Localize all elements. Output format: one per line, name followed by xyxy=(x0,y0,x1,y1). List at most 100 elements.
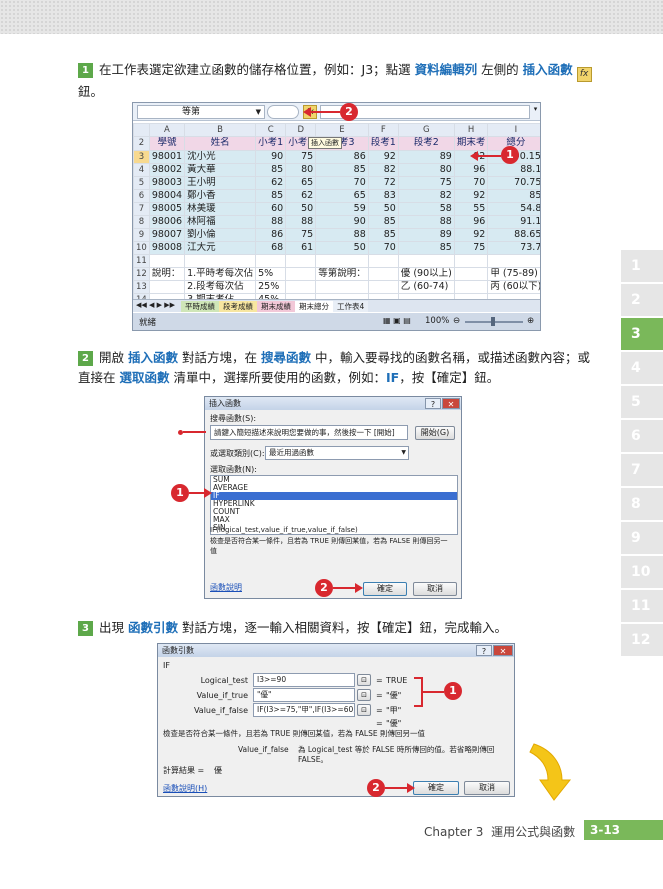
table-cell[interactable]: 91.1 xyxy=(487,214,540,229)
table-cell[interactable]: 70 xyxy=(453,175,489,190)
table-cell[interactable]: 75 xyxy=(285,149,317,164)
table-cell[interactable]: 82 xyxy=(367,162,399,177)
table-cell[interactable]: 89 xyxy=(397,227,455,242)
cell[interactable] xyxy=(367,253,399,268)
column-header[interactable]: A xyxy=(148,123,186,137)
row-header[interactable]: 6 xyxy=(133,188,150,203)
tab-sheet-2[interactable]: 段考成績 xyxy=(219,301,257,312)
cell[interactable] xyxy=(367,266,399,281)
table-cell[interactable]: 98005 xyxy=(148,201,186,216)
table-cell[interactable]: 江大元 xyxy=(184,240,257,255)
table-cell[interactable]: 70 xyxy=(367,240,399,255)
table-cell[interactable]: 82 xyxy=(397,188,455,203)
table-cell[interactable]: 50 xyxy=(367,201,399,216)
column-header[interactable] xyxy=(133,123,150,137)
chapter-tab[interactable]: 9 xyxy=(621,522,663,554)
go-button[interactable]: 開始(G) xyxy=(415,426,455,440)
table-cell[interactable]: 73.7 xyxy=(487,240,540,255)
table-cell[interactable]: 林美瑗 xyxy=(184,201,257,216)
column-header[interactable]: G xyxy=(397,123,455,137)
table-cell[interactable]: 98007 xyxy=(148,227,186,242)
cell[interactable]: 乙 (60-74) xyxy=(397,279,455,294)
table-cell[interactable]: 59 xyxy=(315,201,369,216)
header-cell[interactable]: 期末考 xyxy=(453,136,489,151)
cell[interactable] xyxy=(487,253,540,268)
table-cell[interactable]: 65 xyxy=(315,188,369,203)
cell[interactable] xyxy=(453,266,489,281)
chapter-tab[interactable]: 10 xyxy=(621,556,663,588)
table-cell[interactable]: 62 xyxy=(255,175,287,190)
table-cell[interactable]: 85 xyxy=(315,162,369,177)
table-cell[interactable]: 70 xyxy=(315,175,369,190)
table-cell[interactable]: 96 xyxy=(453,214,489,229)
view-buttons-icon[interactable]: ▦ ▣ ▤ xyxy=(383,316,411,325)
table-cell[interactable]: 55 xyxy=(453,201,489,216)
table-cell[interactable]: 85 xyxy=(397,240,455,255)
header-cell[interactable]: 小考1 xyxy=(255,136,287,151)
column-header[interactable]: I xyxy=(487,123,540,137)
table-cell[interactable]: 92 xyxy=(453,227,489,242)
cell[interactable] xyxy=(148,253,186,268)
table-cell[interactable]: 98003 xyxy=(148,175,186,190)
table-cell[interactable]: 86 xyxy=(315,149,369,164)
table-cell[interactable]: 85 xyxy=(367,227,399,242)
table-cell[interactable]: 80 xyxy=(397,162,455,177)
function-list-item[interactable]: MAX xyxy=(211,516,457,524)
table-cell[interactable]: 68 xyxy=(255,240,287,255)
cell[interactable] xyxy=(285,266,317,281)
table-cell[interactable]: 88 xyxy=(285,214,317,229)
cell[interactable] xyxy=(184,253,257,268)
category-select[interactable]: 最近用過函數 ▼ xyxy=(265,446,409,460)
table-cell[interactable]: 王小明 xyxy=(184,175,257,190)
header-cell[interactable]: 段考1 xyxy=(367,136,399,151)
table-cell[interactable]: 98004 xyxy=(148,188,186,203)
table-cell[interactable]: 85 xyxy=(367,214,399,229)
arg-input[interactable]: IF(I3>=75,"甲",IF(I3>=60,"乙","丙" xyxy=(253,703,355,717)
table-cell[interactable]: 50 xyxy=(315,240,369,255)
chapter-tab[interactable]: 5 xyxy=(621,386,663,418)
table-cell[interactable]: 98001 xyxy=(148,149,186,164)
table-cell[interactable]: 85 xyxy=(255,188,287,203)
name-box[interactable]: 等第 ▼ xyxy=(137,105,265,119)
row-header[interactable]: 8 xyxy=(133,214,150,229)
table-cell[interactable]: 61 xyxy=(285,240,317,255)
expand-icon[interactable]: ▾ xyxy=(531,105,540,119)
row-header[interactable]: 11 xyxy=(133,253,150,268)
table-cell[interactable]: 80 xyxy=(285,162,317,177)
table-cell[interactable]: 65 xyxy=(285,175,317,190)
function-list-item[interactable]: AVERAGE xyxy=(211,484,457,492)
table-cell[interactable]: 85 xyxy=(487,188,540,203)
help-icon[interactable]: ? xyxy=(425,398,441,409)
cell[interactable]: 25% xyxy=(255,279,287,294)
table-cell[interactable]: 鄭小香 xyxy=(184,188,257,203)
help-link[interactable]: 函數說明 xyxy=(210,583,242,593)
chapter-tab[interactable]: 4 xyxy=(621,352,663,384)
table-cell[interactable]: 62 xyxy=(285,188,317,203)
table-cell[interactable]: 75 xyxy=(285,227,317,242)
table-cell[interactable]: 83 xyxy=(367,188,399,203)
cell[interactable] xyxy=(397,253,455,268)
cell[interactable] xyxy=(315,253,369,268)
row-header[interactable]: 4 xyxy=(133,162,150,177)
cell[interactable] xyxy=(453,279,489,294)
chapter-tab[interactable]: 12 xyxy=(621,624,663,656)
ok-button[interactable]: 確定 xyxy=(413,781,459,795)
table-cell[interactable]: 72 xyxy=(367,175,399,190)
collapse-icon[interactable]: ⊡ xyxy=(357,704,371,716)
table-cell[interactable]: 85 xyxy=(255,162,287,177)
table-cell[interactable]: 98002 xyxy=(148,162,186,177)
chapter-tab[interactable]: 2 xyxy=(621,284,663,316)
tab-sheet-5[interactable]: 工作表4 xyxy=(333,301,369,312)
table-cell[interactable]: 88 xyxy=(315,227,369,242)
function-list-item[interactable]: COUNT xyxy=(211,508,457,516)
row-header[interactable]: 5 xyxy=(133,175,150,190)
cell[interactable]: 優 (90以上) xyxy=(397,266,455,281)
table-cell[interactable]: 88.1 xyxy=(487,162,540,177)
tab-sheet-4[interactable]: 期末總分 xyxy=(295,301,333,312)
chapter-tab[interactable]: 8 xyxy=(621,488,663,520)
tab-sheet-1[interactable]: 平時成績 xyxy=(181,301,219,312)
ok-button[interactable]: 確定 xyxy=(363,582,407,596)
row-header[interactable]: 2 xyxy=(133,136,150,151)
row-header[interactable]: 12 xyxy=(133,266,150,281)
table-cell[interactable]: 98008 xyxy=(148,240,186,255)
